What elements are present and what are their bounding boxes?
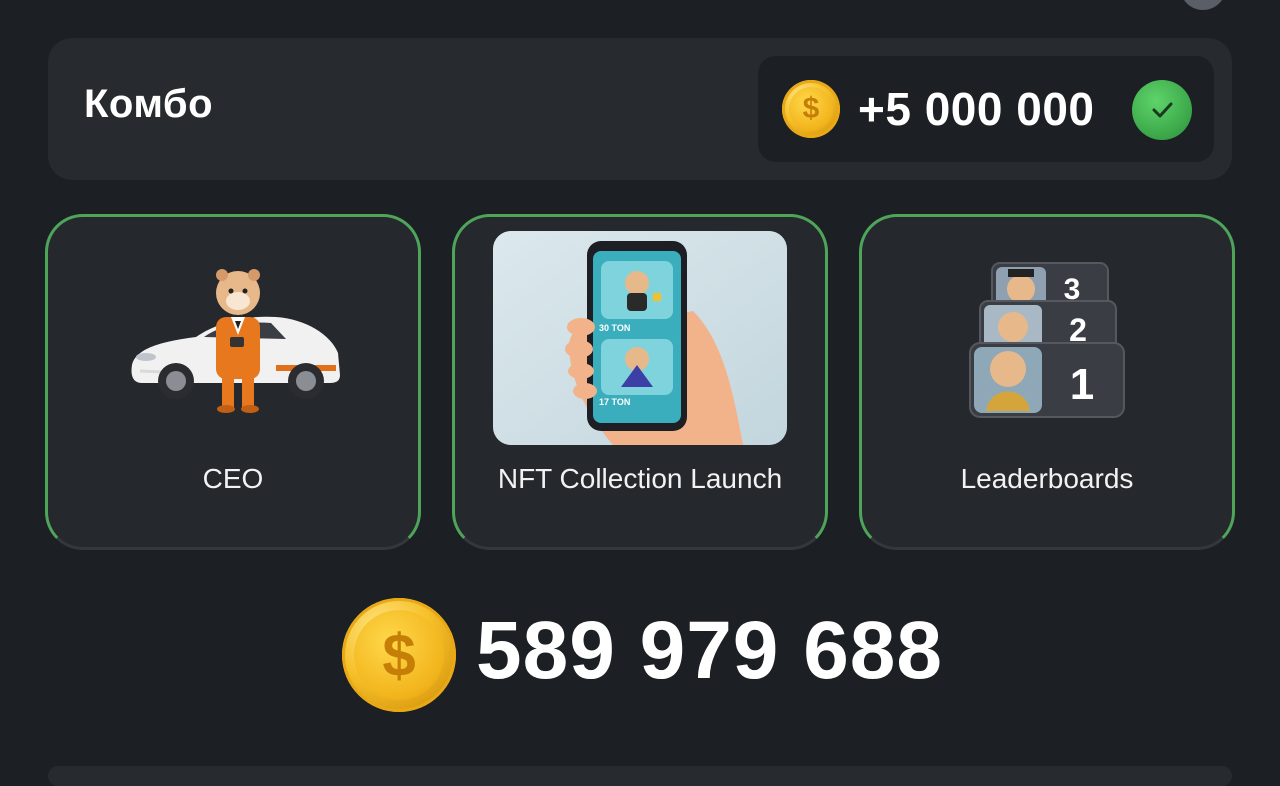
- profile-button[interactable]: [1180, 0, 1226, 10]
- card-label: Leaderboards: [960, 463, 1134, 494]
- combo-card-ceo[interactable]: CEO: [45, 214, 421, 550]
- combo-panel: Комбо $ +5 000 000: [48, 38, 1232, 180]
- card-label: NFT Collection Launch: [497, 463, 783, 494]
- leaderboards-image: 3 2 1: [969, 262, 1125, 418]
- combo-reward-box: $ +5 000 000: [758, 56, 1214, 162]
- nft-item2-price: 17 TON: [599, 397, 630, 407]
- card-label: CEO: [202, 463, 264, 494]
- nft-item1-price: 30 TON: [599, 323, 630, 333]
- combo-reward-value: +5 000 000: [858, 83, 1095, 135]
- nft-phone-image: 30 TON 17 TON: [493, 231, 787, 445]
- bottom-panel: [48, 766, 1232, 786]
- check-icon: [1132, 80, 1192, 140]
- combo-title: Комбо: [84, 82, 214, 126]
- rank-1-label: 1: [1070, 360, 1094, 409]
- coin-icon: $: [342, 598, 456, 712]
- hamster-ceo-car-image: [131, 269, 340, 413]
- combo-card-nft-collection-launch[interactable]: 30 TON 17 TON NFT Collection Launch: [452, 214, 828, 550]
- balance-row: $ 589 979 688: [0, 596, 1280, 716]
- combo-card-leaderboards[interactable]: 3 2 1 Leaderboards: [859, 214, 1235, 550]
- balance-value: 589 979 688: [476, 605, 944, 696]
- coin-icon: $: [782, 80, 840, 138]
